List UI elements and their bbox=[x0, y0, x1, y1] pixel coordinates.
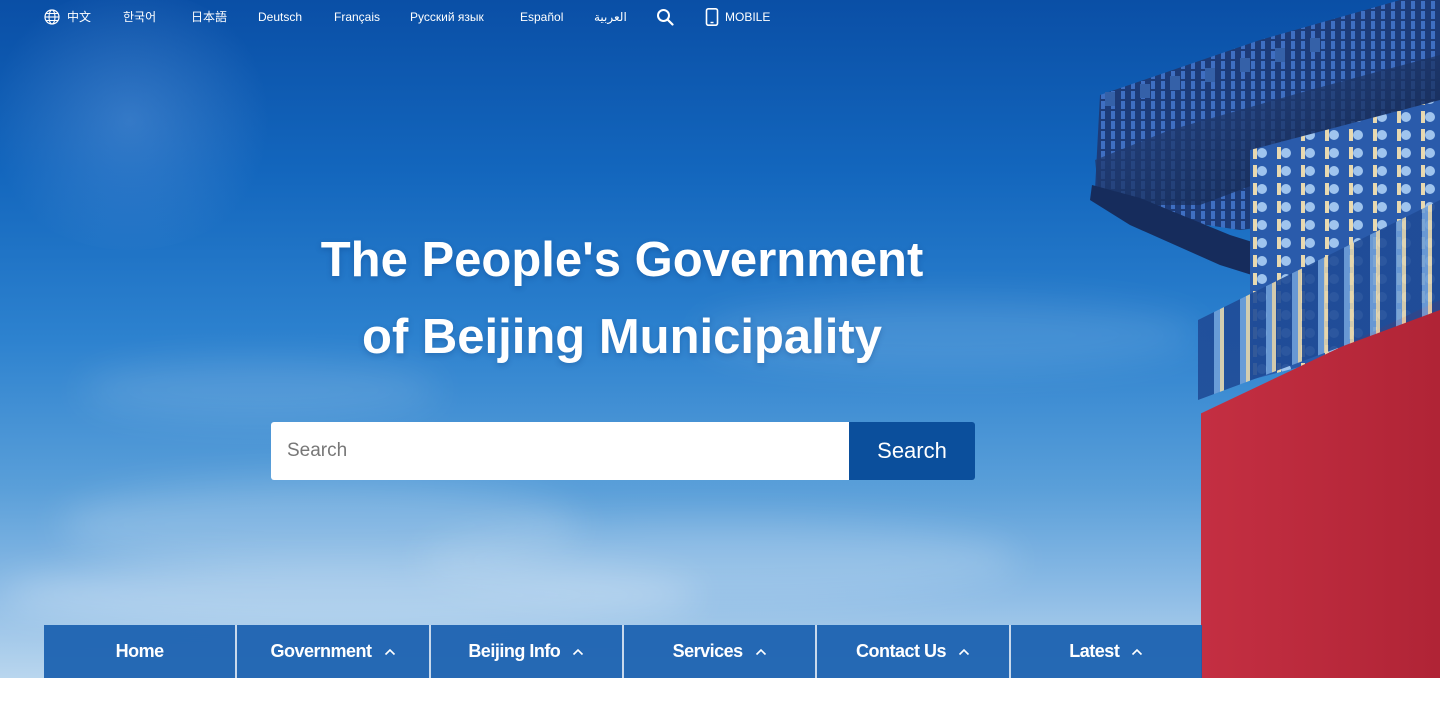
lang-german-link[interactable]: Deutsch bbox=[258, 10, 302, 24]
nav-item-label: Beijing Info bbox=[468, 641, 561, 661]
lang-chinese-link[interactable]: 中文 bbox=[67, 10, 91, 24]
search-icon[interactable] bbox=[656, 8, 674, 26]
nav-item-government[interactable]: Government bbox=[237, 625, 431, 678]
lang-japanese-link[interactable]: 日本語 bbox=[191, 10, 227, 24]
lang-french-link[interactable]: Français bbox=[334, 10, 380, 24]
nav-item-services[interactable]: Services bbox=[623, 625, 818, 678]
nav-item-label: Services bbox=[672, 641, 744, 661]
nav-item-label: Contact Us bbox=[855, 641, 947, 661]
mobile-link[interactable]: MOBILE bbox=[725, 10, 770, 24]
nav-item-latest[interactable]: Latest bbox=[1010, 625, 1202, 678]
nav-item-label: Home bbox=[115, 641, 165, 661]
language-bar: 中文 한국어 日本語 Deutsch Français Русский язык… bbox=[0, 0, 1440, 34]
search-button[interactable]: Search bbox=[849, 422, 975, 480]
lens-flare bbox=[0, 0, 280, 250]
lang-arabic-link[interactable]: العربية bbox=[594, 10, 627, 24]
title-line-2: of Beijing Municipality bbox=[362, 310, 882, 364]
chevron-up-icon bbox=[573, 648, 584, 655]
lang-russian-link[interactable]: Русский язык bbox=[410, 10, 484, 24]
globe-icon bbox=[44, 9, 60, 25]
chevron-up-icon bbox=[755, 648, 766, 655]
main-nav: Home Government Beijing Info Services Co… bbox=[44, 625, 1202, 678]
nav-item-label: Latest bbox=[1069, 641, 1120, 661]
search-input[interactable] bbox=[271, 422, 849, 480]
title-line-1: The People's Government bbox=[320, 233, 924, 287]
chevron-up-icon bbox=[958, 648, 970, 655]
nav-item-label: Government bbox=[270, 641, 372, 661]
page-title: The People's Government of Beijing Munic… bbox=[222, 222, 1022, 376]
mobile-phone-icon bbox=[705, 8, 719, 26]
lang-korean-link[interactable]: 한국어 bbox=[123, 10, 156, 24]
nav-item-home[interactable]: Home bbox=[44, 625, 238, 678]
chevron-up-icon bbox=[1132, 648, 1143, 655]
nav-item-contact-us[interactable]: Contact Us bbox=[817, 625, 1011, 678]
cloud bbox=[0, 560, 700, 630]
chevron-up-icon bbox=[384, 648, 395, 655]
nav-item-beijing-info[interactable]: Beijing Info bbox=[430, 625, 624, 678]
lang-spanish-link[interactable]: Español bbox=[520, 10, 563, 24]
